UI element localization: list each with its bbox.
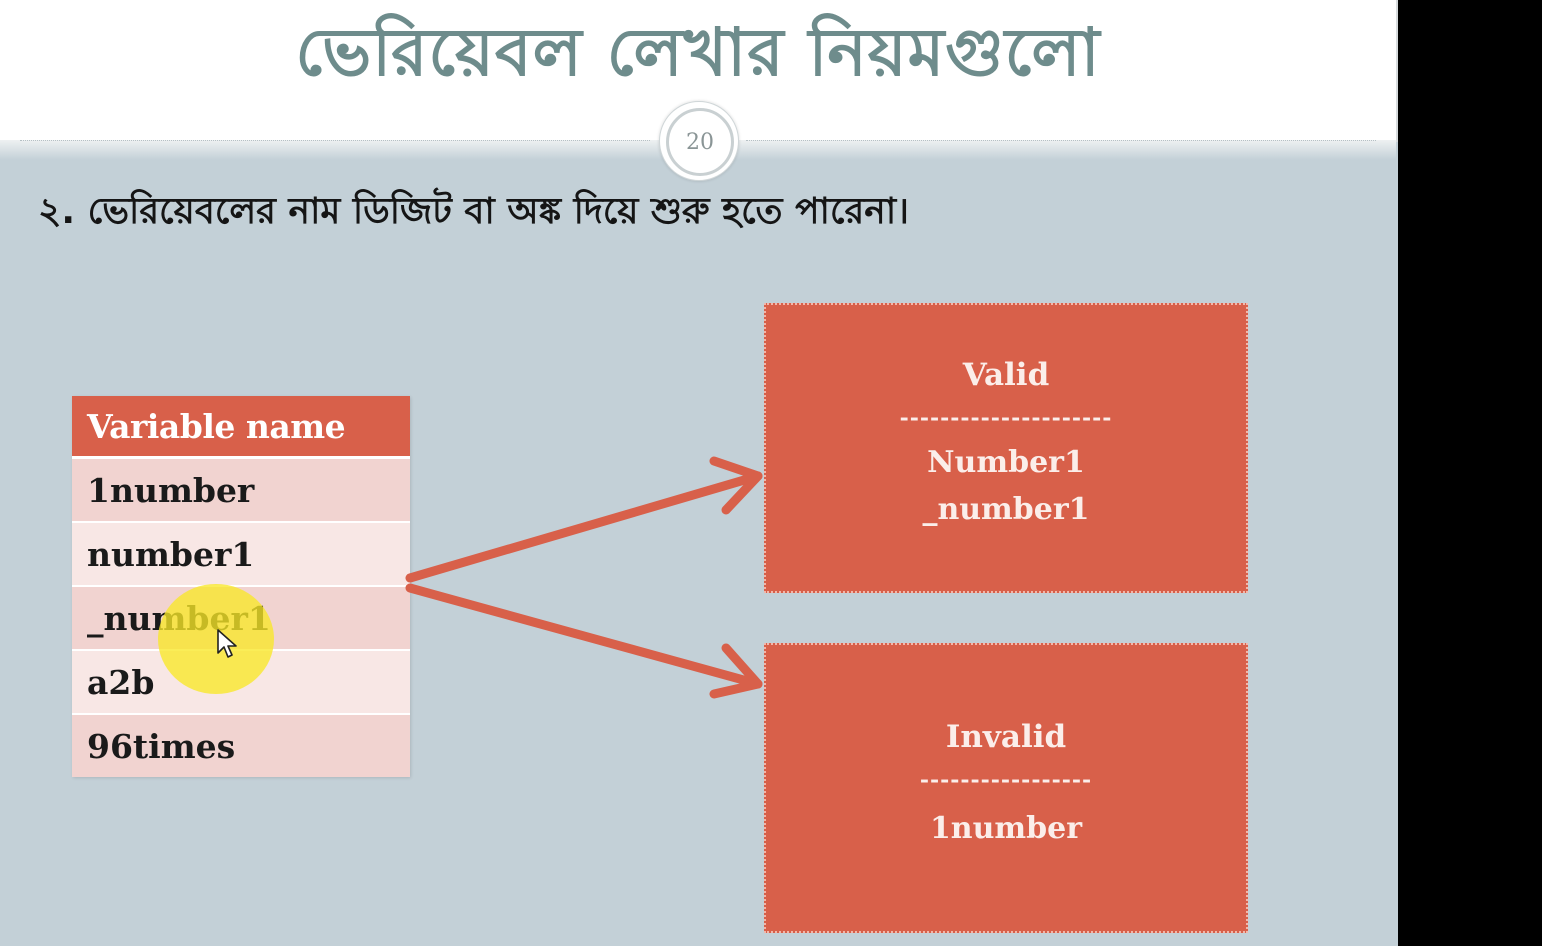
valid-values: Number1 _number1: [766, 439, 1246, 533]
valid-value: _number1: [922, 492, 1090, 527]
valid-separator: ---------------------: [899, 405, 1113, 431]
slide: ভেরিয়েবল লেখার নিয়মগুলো 20 ২. ভেরিয়েব…: [0, 0, 1398, 946]
arrow-right-icon: [405, 583, 763, 699]
invalid-value: 1number: [929, 811, 1083, 846]
valid-value: Number1: [927, 445, 1085, 480]
invalid-heading: Invalid: [945, 719, 1067, 755]
valid-heading: Valid: [962, 357, 1050, 393]
invalid-values: 1number: [766, 805, 1246, 852]
valid-box: Valid --------------------- Number1 _num…: [764, 303, 1248, 593]
invalid-separator: -----------------: [919, 767, 1093, 793]
arrow-right-icon: [405, 456, 763, 583]
invalid-box: Invalid ----------------- 1number: [764, 643, 1248, 933]
